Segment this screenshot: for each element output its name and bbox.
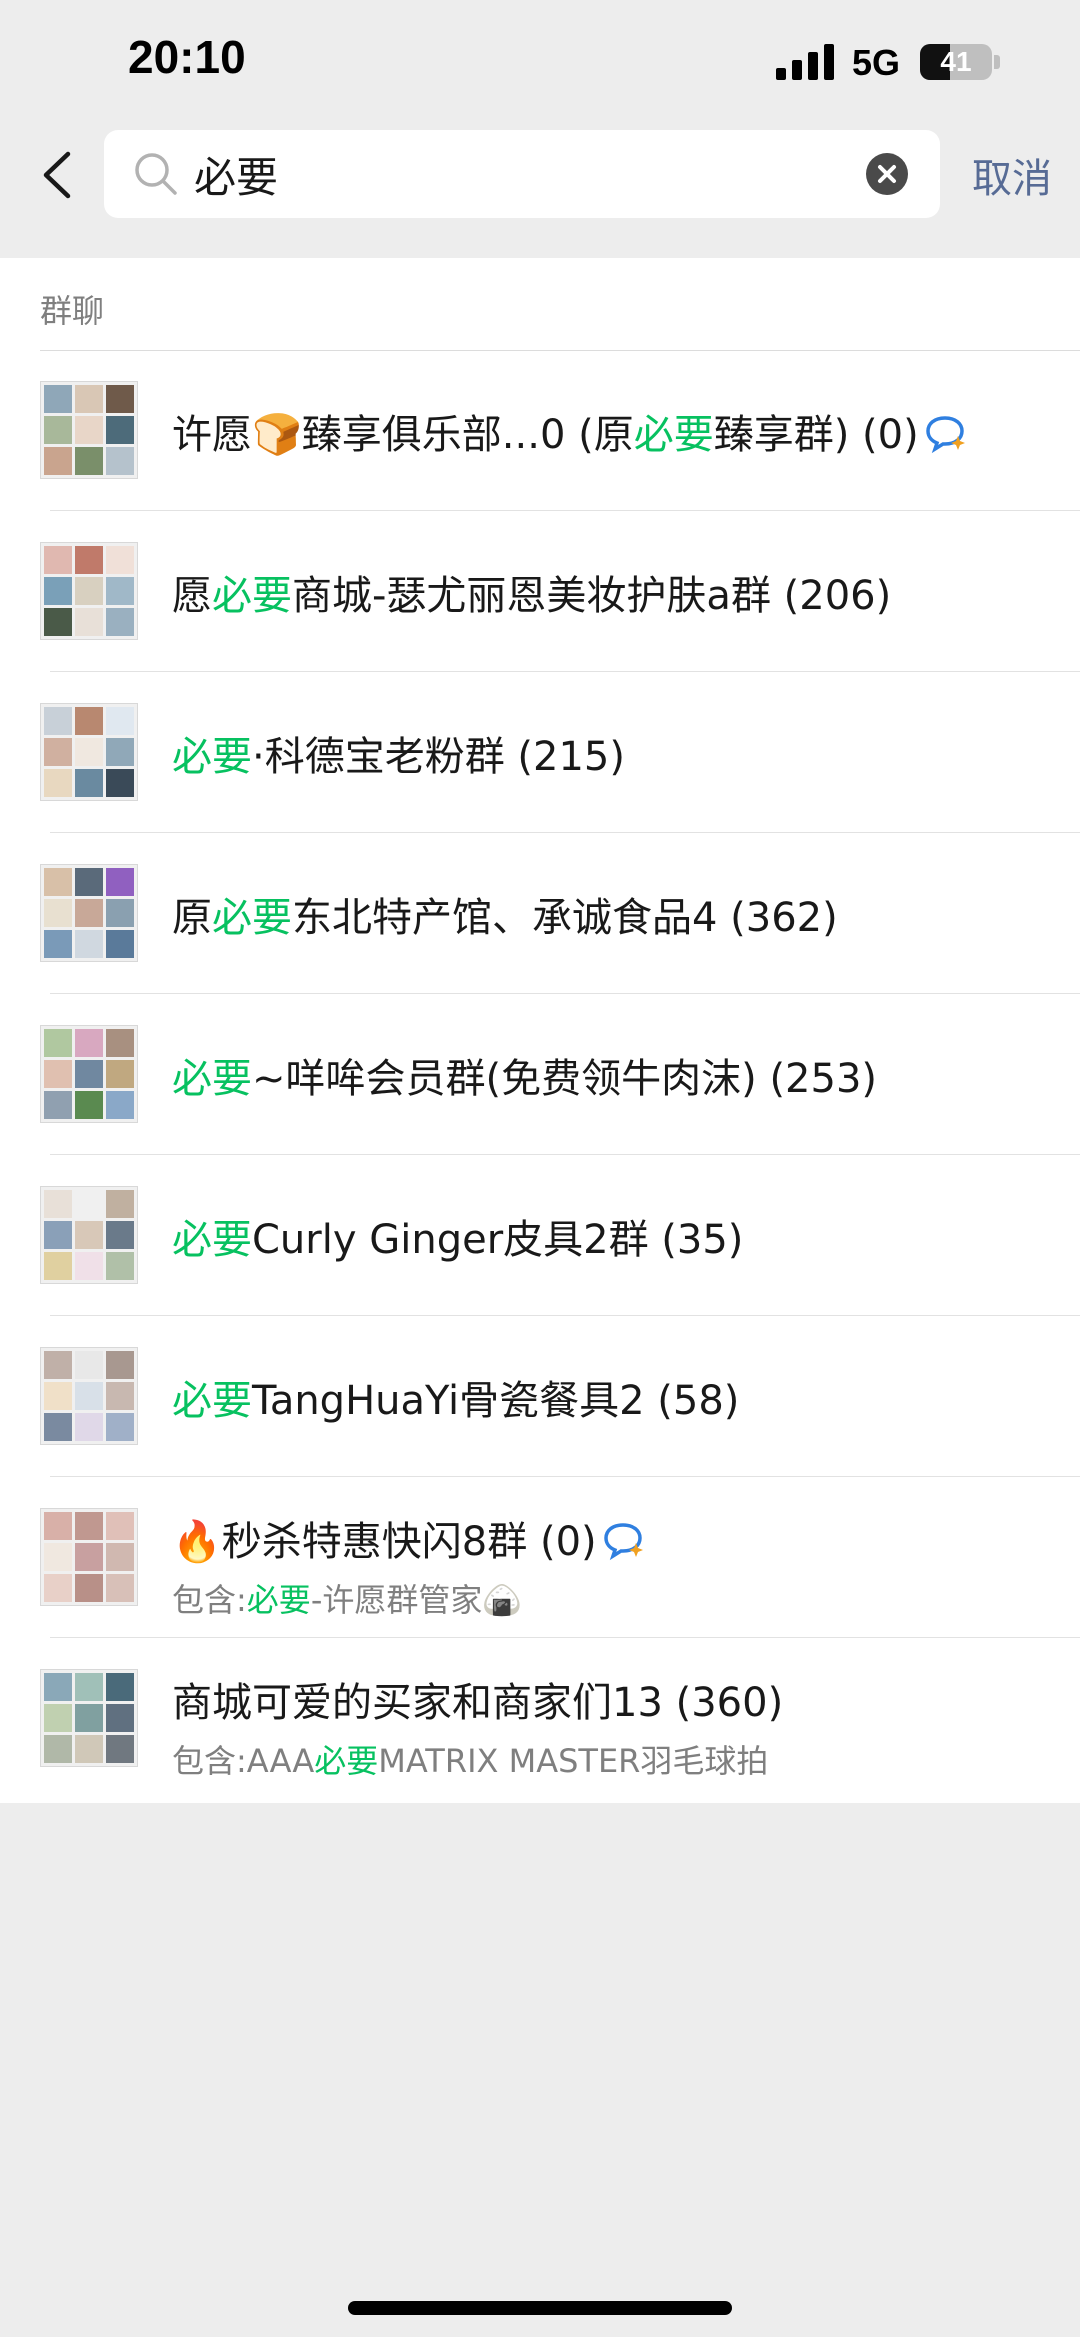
group-row[interactable]: 原必要东北特产馆、承诚食品4 (362) xyxy=(0,833,1080,994)
group-avatar xyxy=(40,864,138,962)
group-row[interactable]: 商城可爱的买家和商家们13 (360) 包含:AAA必要MATRIX MASTER… xyxy=(0,1638,1080,1799)
search-highlight: 必要 xyxy=(212,895,292,941)
group-name: 商城可爱的买家和商家们13 (360) xyxy=(172,1670,783,1728)
cancel-button[interactable]: 取消 xyxy=(972,146,1052,204)
group-avatar xyxy=(40,1669,138,1767)
group-name: 必要·科德宝老粉群 (215) xyxy=(172,724,625,782)
search-highlight: 必要 xyxy=(172,734,252,780)
group-name-text: 许愿🍞臻享俱乐部...0 (原 xyxy=(172,412,634,458)
group-avatar xyxy=(40,703,138,801)
section-title: 群聊 xyxy=(40,292,105,330)
group-name: 原必要东北特产馆、承诚食品4 (362) xyxy=(172,885,838,943)
signal-icon xyxy=(776,44,834,80)
search-highlight: 必要 xyxy=(172,1378,252,1424)
group-name-text: 商城-瑟尤丽恩美妆护肤a群 (206) xyxy=(292,573,892,619)
group-name-text: TangHuaYi骨瓷餐具2 (58) xyxy=(252,1378,740,1424)
group-name-text: 东北特产馆、承诚食品4 (362) xyxy=(292,895,838,941)
group-member-match: 包含:必要-许愿群管家🍙 xyxy=(172,1575,522,1621)
group-row[interactable]: 愿必要商城-瑟尤丽恩美妆护肤a群 (206) xyxy=(0,511,1080,672)
member-match-text: MATRIX MASTER羽毛球拍 xyxy=(378,1742,769,1780)
group-name: 🔥秒杀特惠快闪8群 (0) xyxy=(172,1509,647,1567)
battery-nub xyxy=(994,55,1000,69)
search-highlight: 必要 xyxy=(633,412,714,458)
ai-chat-icon[interactable] xyxy=(603,1521,647,1561)
group-avatar xyxy=(40,1347,138,1445)
group-row[interactable]: 必要·科德宝老粉群 (215) xyxy=(0,672,1080,833)
group-name-text: Curly Ginger皮具2群 (35) xyxy=(252,1217,744,1263)
group-avatar xyxy=(40,1186,138,1284)
group-row[interactable]: 必要~咩哞会员群(免费领牛肉沫) (253) xyxy=(0,994,1080,1155)
group-avatar xyxy=(40,381,138,479)
group-name-text: 商城可爱的买家和商家们13 (360) xyxy=(172,1680,784,1726)
group-name: 许愿🍞臻享俱乐部...0 (原必要臻享群) (0) xyxy=(172,402,969,460)
group-name: 必要Curly Ginger皮具2群 (35) xyxy=(172,1207,743,1265)
group-name: 必要~咩哞会员群(免费领牛肉沫) (253) xyxy=(172,1046,877,1104)
group-row[interactable]: 必要TangHuaYi骨瓷餐具2 (58) xyxy=(0,1316,1080,1477)
battery-icon: 41 xyxy=(920,44,992,80)
group-name: 必要TangHuaYi骨瓷餐具2 (58) xyxy=(172,1368,739,1426)
group-name-text: 🔥秒杀特惠快闪8群 (0) xyxy=(172,1519,597,1565)
battery-percent: 41 xyxy=(940,46,972,77)
search-box[interactable] xyxy=(104,130,940,218)
search-highlight: 必要 xyxy=(212,573,292,619)
member-match-text: 包含: xyxy=(172,1581,247,1619)
group-avatar xyxy=(40,1508,138,1606)
group-row[interactable]: 必要Curly Ginger皮具2群 (35) xyxy=(0,1155,1080,1316)
group-name: 愿必要商城-瑟尤丽恩美妆护肤a群 (206) xyxy=(172,563,891,621)
search-highlight: 必要 xyxy=(172,1217,252,1263)
member-match-text: 包含:AAA xyxy=(172,1742,315,1780)
group-row[interactable]: 🔥秒杀特惠快闪8群 (0) 包含:必要-许愿群管家🍙 xyxy=(0,1477,1080,1638)
chevron-left-icon[interactable] xyxy=(36,148,80,202)
search-highlight: 必要 xyxy=(314,1742,379,1780)
group-row[interactable]: 许愿🍞臻享俱乐部...0 (原必要臻享群) (0) xyxy=(0,350,1080,511)
clear-icon[interactable] xyxy=(866,153,908,195)
status-time: 20:10 xyxy=(128,31,246,83)
search-results: 群聊 许愿🍞臻享俱乐部...0 (原必要臻享群) (0) 愿必要商城-瑟尤丽恩美妆… xyxy=(0,258,1080,1803)
search-highlight: 必要 xyxy=(246,1581,311,1619)
group-name-text: ~咩哞会员群(免费领牛肉沫) (253) xyxy=(252,1056,877,1102)
search-highlight: 必要 xyxy=(172,1056,252,1102)
group-name-text: 臻享群) (0) xyxy=(713,412,919,458)
group-avatar xyxy=(40,1025,138,1123)
group-name-text: ·科德宝老粉群 (215) xyxy=(252,734,625,780)
group-name-text: 原 xyxy=(172,895,212,941)
search-icon xyxy=(135,153,177,195)
search-input[interactable] xyxy=(194,144,834,204)
group-name-text: 愿 xyxy=(172,573,212,619)
network-type: 5G xyxy=(852,42,901,83)
group-avatar xyxy=(40,542,138,640)
home-indicator xyxy=(348,2301,732,2315)
member-match-text: -许愿群管家🍙 xyxy=(310,1581,523,1619)
ai-chat-icon[interactable] xyxy=(925,414,969,454)
group-member-match: 包含:AAA必要MATRIX MASTER羽毛球拍 xyxy=(172,1736,768,1782)
status-bar: 20:10 5G 41 xyxy=(0,0,1080,120)
